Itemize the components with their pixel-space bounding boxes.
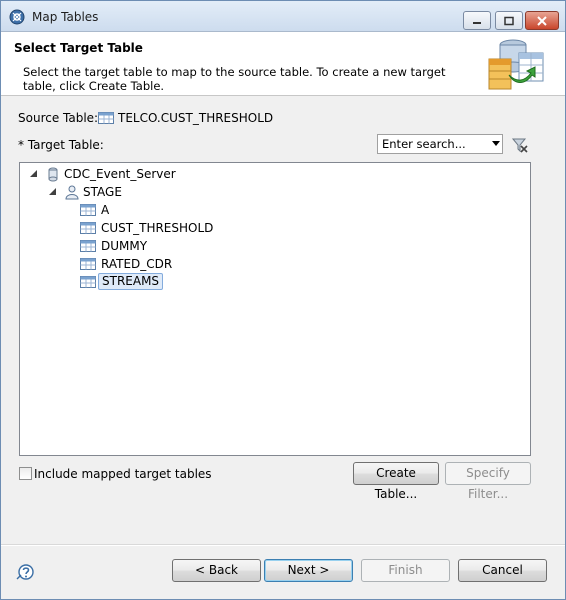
specify-filter-button[interactable]: Specify Filter... xyxy=(445,462,531,501)
page-description: Select the target table to map to the so… xyxy=(23,65,446,93)
table-icon xyxy=(80,204,96,216)
table-icon xyxy=(80,258,96,270)
back-button[interactable]: < Back xyxy=(172,559,261,582)
title-bar[interactable]: Map Tables xyxy=(1,1,565,32)
app-icon xyxy=(9,9,25,25)
tree-node-label: DUMMY xyxy=(101,239,148,253)
tree-node-label: A xyxy=(101,203,110,217)
tree-node-label: RATED_CDR xyxy=(101,257,173,271)
database-icon xyxy=(48,167,58,182)
target-table-label: * Target Table: xyxy=(18,138,104,152)
include-mapped-label[interactable]: Include mapped target tables xyxy=(34,467,212,481)
minimize-icon xyxy=(473,21,481,24)
table-mapping-banner-icon xyxy=(488,39,544,90)
source-table-value: TELCO.CUST_THRESHOLD xyxy=(118,111,274,125)
target-search-combo[interactable] xyxy=(377,134,503,154)
create-table-button[interactable]: Create Table... xyxy=(353,462,439,501)
finish-button[interactable]: Finish xyxy=(361,559,450,582)
map-tables-dialog: Map Tables Select Target Table Select th… xyxy=(0,0,566,600)
chevron-down-icon[interactable] xyxy=(492,141,500,146)
table-icon xyxy=(80,222,96,234)
close-button[interactable] xyxy=(525,11,559,30)
clear-filter-icon[interactable] xyxy=(512,137,528,153)
close-icon xyxy=(537,15,547,26)
window-title: Map Tables xyxy=(32,10,99,24)
maximize-button[interactable] xyxy=(495,11,523,30)
source-table-label: Source Table: xyxy=(18,111,99,125)
minimize-button[interactable] xyxy=(463,11,491,30)
page-title: Select Target Table xyxy=(14,41,143,55)
tree-node-label: STAGE xyxy=(83,185,122,199)
table-icon xyxy=(98,112,114,124)
table-icon xyxy=(80,240,96,252)
cancel-button[interactable]: Cancel xyxy=(458,559,547,582)
wizard-header: Select Target Table Select the target ta… xyxy=(1,32,565,96)
tree-node-label: STREAMS xyxy=(98,273,164,290)
target-search-input[interactable] xyxy=(382,136,486,152)
footer-separator xyxy=(1,544,565,546)
next-button[interactable]: Next > xyxy=(264,559,353,582)
tree-node-label: CDC_Event_Server xyxy=(64,167,176,181)
maximize-icon xyxy=(504,16,514,25)
expanded-twisty-icon[interactable] xyxy=(49,188,57,196)
table-icon xyxy=(80,276,96,288)
user-schema-icon xyxy=(65,185,79,200)
help-icon[interactable] xyxy=(16,563,34,581)
expanded-twisty-icon[interactable] xyxy=(30,170,38,178)
tree-node-label: CUST_THRESHOLD xyxy=(101,221,214,235)
include-mapped-checkbox[interactable] xyxy=(19,467,32,480)
target-table-tree[interactable]: CDC_Event_Server STAGE A CUST_THRESHOLD xyxy=(19,162,531,456)
